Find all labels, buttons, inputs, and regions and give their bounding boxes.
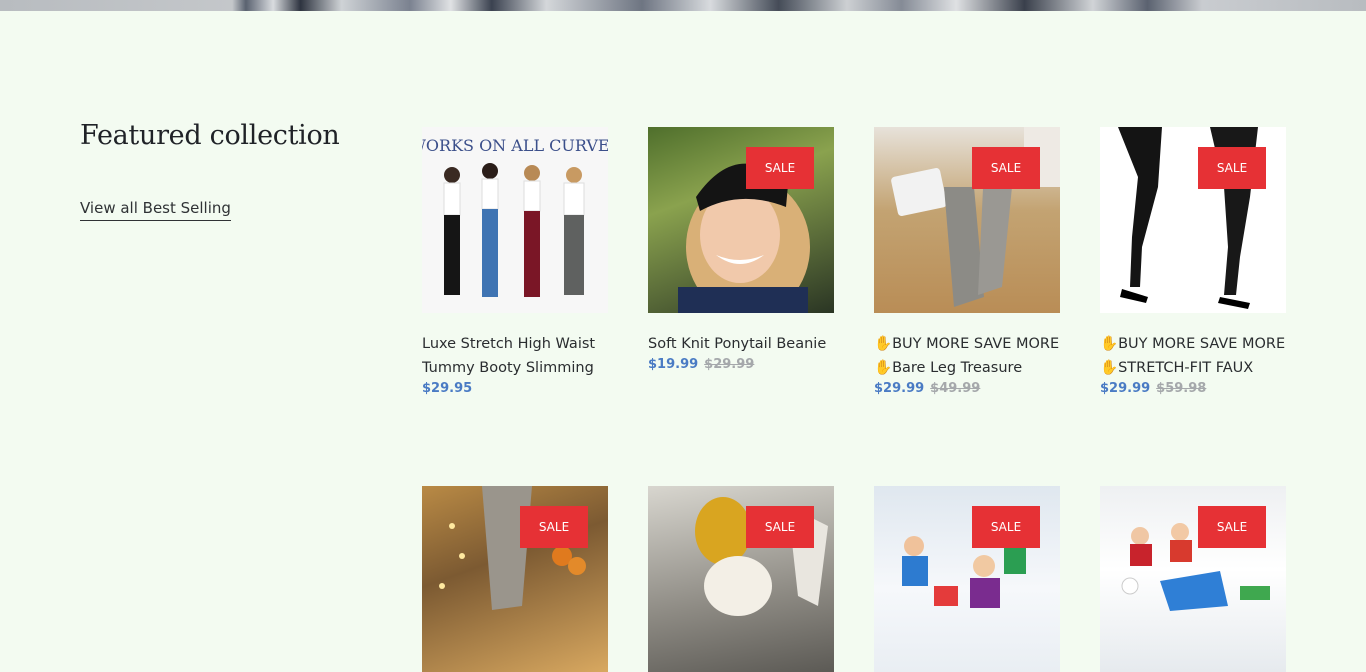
product-title[interactable]: ✋BUY MORE SAVE MORE ✋Bare Leg Treasure	[874, 332, 1060, 380]
sale-badge: SALE	[746, 147, 814, 189]
jeans-models-image: WORKS ON ALL CURVES	[422, 127, 608, 313]
sale-badge: SALE	[746, 506, 814, 548]
product-title[interactable]: Soft Knit Ponytail Beanie	[648, 332, 834, 356]
image-caption: WORKS ON ALL CURVES	[422, 136, 608, 155]
product-image[interactable]: SALE	[874, 486, 1060, 672]
sale-badge: SALE	[972, 506, 1040, 548]
product-card[interactable]: SALE Soft Knit Ponytail Beanie $19.99 $29…	[648, 127, 834, 372]
product-image[interactable]: WORKS ON ALL CURVES	[422, 127, 608, 313]
product-price: $29.99	[874, 381, 925, 396]
product-title[interactable]: Luxe Stretch High Waist Tummy Booty Slim…	[422, 332, 608, 380]
product-card[interactable]: SALE ✋BUY MORE SAVE MORE ✋Bare Leg Treas…	[874, 127, 1060, 396]
hero-image-strip	[0, 0, 1366, 11]
hand-icon: ✋	[874, 336, 893, 352]
product-price: $19.99	[648, 357, 699, 372]
product-card[interactable]: SALE	[1100, 486, 1286, 672]
product-card[interactable]: WORKS ON ALL CURVES Luxe Stretch High Wa…	[422, 127, 608, 396]
product-card[interactable]: SALE ✋BUY MORE SAVE MORE ✋STRETCH-FIT FA…	[1100, 127, 1286, 396]
product-image[interactable]: SALE	[1100, 486, 1286, 672]
hand-icon: ✋	[874, 360, 893, 376]
compare-price: $29.99	[704, 357, 755, 372]
product-image[interactable]: SALE	[648, 486, 834, 672]
hand-icon: ✋	[1100, 336, 1119, 352]
view-all-link[interactable]: View all Best Selling	[80, 199, 231, 221]
product-card[interactable]: SALE	[422, 486, 608, 672]
product-image[interactable]: SALE	[422, 486, 608, 672]
product-image[interactable]: SALE	[1100, 127, 1286, 313]
product-image[interactable]: SALE	[874, 127, 1060, 313]
sale-badge: SALE	[1198, 147, 1266, 189]
sale-badge: SALE	[972, 147, 1040, 189]
sale-badge: SALE	[520, 506, 588, 548]
sale-badge: SALE	[1198, 506, 1266, 548]
compare-price: $59.98	[1156, 381, 1207, 396]
product-price: $29.99	[1100, 381, 1151, 396]
hand-icon: ✋	[1100, 360, 1119, 376]
compare-price: $49.99	[930, 381, 981, 396]
product-card[interactable]: SALE	[874, 486, 1060, 672]
product-price: $29.95	[422, 381, 473, 396]
product-image[interactable]: SALE	[648, 127, 834, 313]
product-title[interactable]: ✋BUY MORE SAVE MORE ✋STRETCH-FIT FAUX	[1100, 332, 1286, 380]
section-title: Featured collection	[80, 120, 340, 151]
product-card[interactable]: SALE	[648, 486, 834, 672]
